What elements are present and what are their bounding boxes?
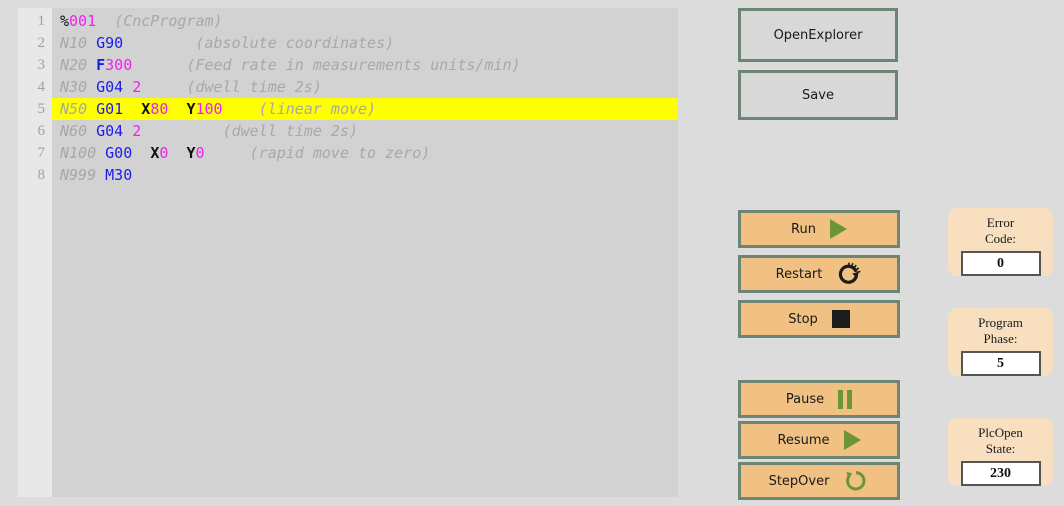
code-token: 2 — [132, 122, 142, 140]
save-button[interactable]: Save — [738, 70, 898, 120]
code-token: % — [60, 12, 70, 30]
stop-label: Stop — [788, 311, 818, 327]
line-number: 4 — [37, 79, 46, 95]
run-button[interactable]: Run — [738, 210, 900, 248]
resume-button[interactable]: Resume — [738, 421, 900, 459]
line-number: 2 — [37, 35, 46, 51]
program-phase-panel: Program Phase: 5 — [948, 308, 1053, 376]
program-phase-label: Program Phase: — [978, 315, 1023, 346]
program-phase-value: 5 — [960, 351, 1041, 376]
open-explorer-button[interactable]: OpenExplorer — [738, 8, 898, 62]
code-token: 2 — [132, 78, 142, 96]
line-number-gutter: 1 2 3 4 5 6 7 8 — [18, 8, 52, 497]
code-area[interactable]: %001 (CncProgram) N10 G90 (absolute coord… — [52, 8, 678, 497]
code-token: (dwell time 2s) — [186, 78, 322, 96]
code-token: N100 — [60, 144, 106, 162]
restart-label: Restart — [775, 266, 823, 282]
save-label: Save — [802, 87, 834, 103]
code-line[interactable]: N30 G04 2 (dwell time 2s) — [52, 76, 678, 98]
code-token: (absolute coordinates) — [195, 34, 395, 52]
code-token: (CncProgram) — [114, 12, 223, 30]
plcopen-state-value: 230 — [960, 461, 1041, 486]
code-token: (Feed rate in measurements units/min) — [186, 56, 521, 74]
code-line[interactable]: N50 G01 X80 Y100 (linear move) — [52, 98, 678, 120]
code-token: G90 — [96, 34, 124, 52]
line-number: 6 — [37, 123, 46, 139]
restart-button[interactable]: Restart — [738, 255, 900, 293]
code-token: 0 — [195, 144, 205, 162]
code-line[interactable]: N60 G04 2 (dwell time 2s) — [52, 120, 678, 142]
code-token: 001 — [69, 12, 97, 30]
open-explorer-label: OpenExplorer — [773, 27, 863, 43]
code-token: 300 — [105, 56, 133, 74]
code-token: N50 — [60, 100, 97, 118]
code-token: M30 — [105, 166, 133, 184]
line-number: 7 — [37, 145, 46, 161]
stop-button[interactable]: Stop — [738, 300, 900, 338]
code-token: N60 — [60, 122, 97, 140]
code-line[interactable]: N10 G90 (absolute coordinates) — [52, 32, 678, 54]
code-token: (linear move) — [258, 100, 377, 118]
code-line[interactable]: N20 F300 (Feed rate in measurements unit… — [52, 54, 678, 76]
line-number: 3 — [37, 57, 46, 73]
code-token: G00 — [105, 144, 133, 162]
code-token: F — [96, 56, 106, 74]
code-token: X — [150, 144, 160, 162]
play-icon — [843, 430, 861, 450]
error-code-panel: Error Code: 0 — [948, 208, 1053, 276]
gcode-editor[interactable]: 12345678 %001 (CncProgram) N10 G90 (absol… — [18, 8, 678, 497]
restart-icon — [836, 261, 862, 287]
error-code-value: 0 — [960, 251, 1041, 276]
code-token: X — [141, 100, 151, 118]
code-token: 80 — [150, 100, 169, 118]
pause-label: Pause — [785, 391, 825, 407]
code-token: N20 — [60, 56, 97, 74]
code-token: N999 — [60, 166, 106, 184]
code-token: G04 — [96, 78, 124, 96]
code-token: G04 — [96, 122, 124, 140]
line-number: 5 — [37, 101, 46, 117]
stop-icon — [831, 310, 850, 328]
code-line[interactable]: N100 G00 X0 Y0 (rapid move to zero) — [52, 142, 678, 164]
code-token: (dwell time 2s) — [222, 122, 359, 140]
code-token: N10 — [60, 34, 97, 52]
step-over-label: StepOver — [768, 473, 830, 489]
code-line[interactable]: %001 (CncProgram) — [52, 10, 678, 32]
code-token: 100 — [195, 100, 223, 118]
run-label: Run — [791, 221, 816, 237]
error-code-label: Error Code: — [984, 215, 1017, 246]
code-line[interactable]: N999 M30 — [52, 164, 678, 186]
plcopen-state-panel: PlcOpen State: 230 — [948, 418, 1053, 486]
step-over-icon — [843, 468, 869, 494]
plcopen-state-label: PlcOpen State: — [978, 425, 1023, 456]
pause-icon — [838, 389, 853, 409]
play-icon — [829, 219, 847, 239]
code-token: (rapid move to zero) — [249, 144, 431, 162]
code-token: G01 — [96, 100, 124, 118]
line-number: 1 — [37, 13, 46, 29]
resume-label: Resume — [777, 432, 830, 448]
pause-button[interactable]: Pause — [738, 380, 900, 418]
code-token: N30 — [60, 78, 97, 96]
line-number: 8 — [37, 167, 46, 183]
step-over-button[interactable]: StepOver — [738, 462, 900, 500]
